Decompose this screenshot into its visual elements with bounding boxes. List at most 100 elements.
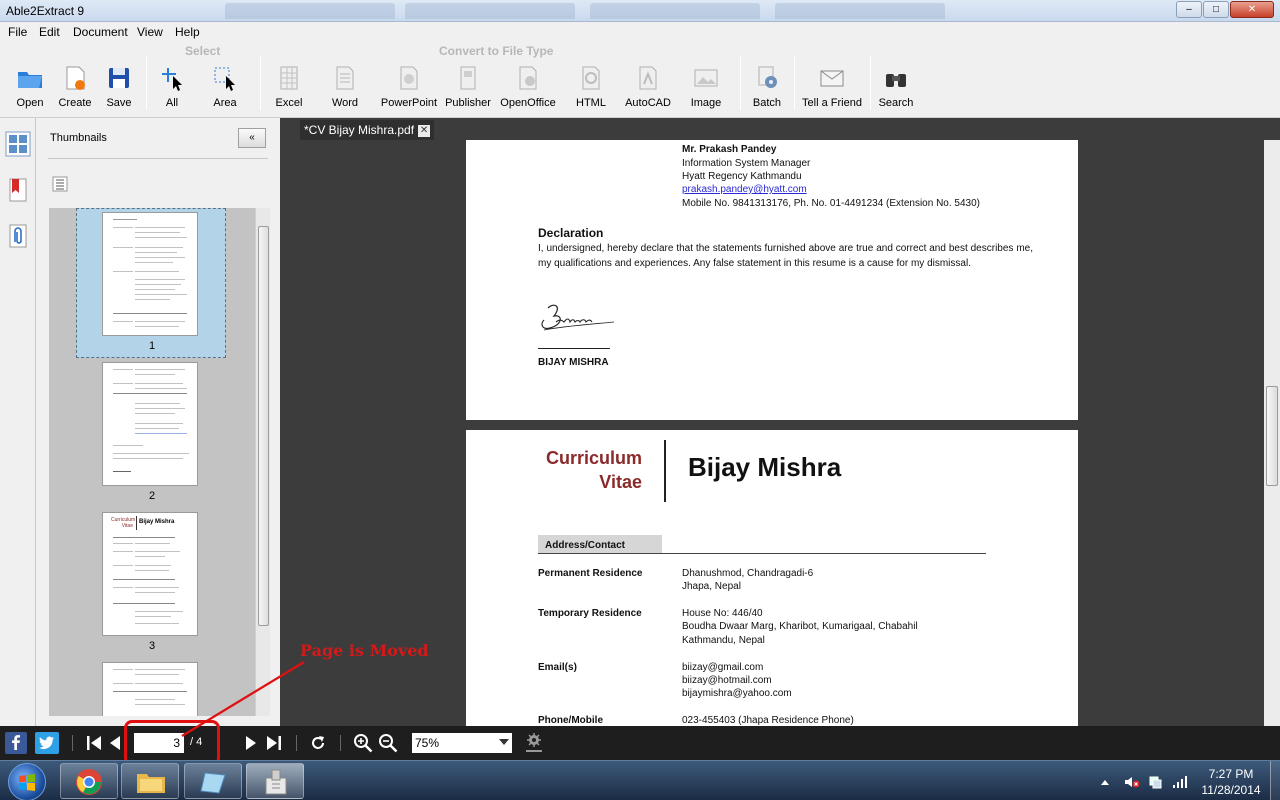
maximize-button[interactable]: □ bbox=[1203, 1, 1229, 18]
clock-time: 7:27 PM bbox=[1208, 767, 1254, 781]
publisher-icon bbox=[460, 66, 476, 90]
reference-organization: Hyatt Regency Kathmandu bbox=[682, 171, 802, 182]
document-viewer: *CV Bijay Mishra.pdf ✕ Mr. Prakash Pandey… bbox=[280, 118, 1280, 726]
select-area-button[interactable]: Area bbox=[204, 64, 246, 114]
publisher-button[interactable]: Publisher bbox=[442, 64, 494, 114]
thumbnail-page-2[interactable] bbox=[102, 362, 198, 486]
taskbar-explorer[interactable] bbox=[121, 763, 179, 799]
title-bar: Able2Extract 9 – □ ✕ bbox=[0, 0, 1280, 22]
html-button[interactable]: HTML bbox=[572, 64, 610, 114]
facebook-icon[interactable] bbox=[5, 732, 27, 754]
search-button[interactable]: Search bbox=[876, 64, 916, 114]
section-underline bbox=[538, 553, 986, 554]
background-browser-tab bbox=[775, 3, 945, 19]
network-icon[interactable] bbox=[1148, 775, 1162, 789]
zoom-select[interactable]: 75% bbox=[412, 733, 512, 753]
temporary-residence-label: Temporary Residence bbox=[538, 608, 642, 619]
thumbnail-name: Bijay Mishra bbox=[139, 519, 175, 525]
section-address-contact: Address/Contact bbox=[545, 540, 626, 551]
toolbar-separator bbox=[794, 56, 795, 110]
tell-a-friend-button[interactable]: Tell a Friend bbox=[802, 64, 862, 114]
reference-email-link[interactable]: prakash.pandey@hyatt.com bbox=[682, 183, 807, 196]
menu-view[interactable]: View bbox=[137, 25, 163, 39]
list-view-icon[interactable] bbox=[52, 176, 68, 192]
menu-bar: File Edit Document View Help bbox=[0, 22, 1280, 42]
menu-file[interactable]: File bbox=[8, 25, 27, 39]
thumbnails-panel: Thumbnails « 1 2 Curriculum Vitae Bijay … bbox=[36, 118, 280, 726]
toolbar-separator bbox=[870, 56, 871, 110]
temporary-line-1: House No: 446/40 bbox=[682, 608, 763, 619]
able2extract-icon bbox=[265, 769, 287, 795]
taskbar-able2extract[interactable] bbox=[246, 763, 304, 799]
document-scrollbar-handle[interactable] bbox=[1266, 386, 1278, 486]
autocad-button[interactable]: AutoCAD bbox=[622, 64, 674, 114]
close-window-button[interactable]: ✕ bbox=[1230, 1, 1274, 18]
new-document-icon bbox=[66, 66, 85, 90]
binoculars-icon bbox=[886, 74, 906, 87]
menu-document[interactable]: Document bbox=[73, 25, 128, 39]
document-page-1: Mr. Prakash Pandey Information System Ma… bbox=[466, 140, 1078, 420]
start-button[interactable] bbox=[8, 763, 46, 800]
thumbnail-page-1[interactable] bbox=[102, 212, 198, 336]
system-clock[interactable]: 7:27 PM 11/28/2014 bbox=[1196, 766, 1266, 798]
zoom-out-icon[interactable] bbox=[378, 733, 398, 753]
image-button[interactable]: Image bbox=[686, 64, 726, 114]
show-desktop-button[interactable] bbox=[1270, 761, 1280, 800]
openoffice-label: OpenOffice bbox=[500, 97, 556, 109]
batch-button[interactable]: Batch bbox=[748, 64, 786, 114]
taskbar-chrome[interactable] bbox=[60, 763, 118, 799]
email-1: biizay@gmail.com bbox=[682, 662, 764, 673]
thumbnail-page-3[interactable]: Curriculum Vitae Bijay Mishra bbox=[102, 512, 198, 636]
collapse-panel-button[interactable]: « bbox=[238, 128, 266, 148]
signal-strength-icon[interactable] bbox=[1172, 775, 1188, 789]
previous-page-icon[interactable] bbox=[108, 734, 122, 752]
thumbnails-panel-icon[interactable] bbox=[4, 130, 32, 158]
attachment-icon[interactable] bbox=[4, 222, 32, 250]
excel-button[interactable]: Excel bbox=[270, 64, 308, 114]
image-icon bbox=[694, 69, 718, 87]
open-button[interactable]: Open bbox=[8, 64, 52, 114]
save-label: Save bbox=[106, 97, 132, 109]
twitter-icon[interactable] bbox=[35, 732, 59, 754]
all-label: All bbox=[165, 97, 179, 109]
select-all-button[interactable]: All bbox=[154, 64, 190, 114]
close-tab-icon[interactable]: ✕ bbox=[418, 124, 431, 137]
word-button[interactable]: Word bbox=[326, 64, 364, 114]
create-button[interactable]: Create bbox=[54, 64, 96, 114]
document-tab-title: *CV Bijay Mishra.pdf bbox=[304, 123, 415, 137]
document-scrollbar[interactable] bbox=[1264, 140, 1280, 726]
reference-title: Information System Manager bbox=[682, 158, 811, 169]
thumbnail-scrollbar[interactable] bbox=[255, 208, 270, 716]
create-label: Create bbox=[58, 97, 92, 109]
batch-label: Batch bbox=[752, 97, 782, 109]
thumbnail-list: 1 2 Curriculum Vitae Bijay Mishra 3 bbox=[49, 208, 255, 716]
declaration-text: I, undersigned, hereby declare that the … bbox=[538, 243, 1033, 269]
background-browser-tab bbox=[225, 3, 395, 19]
openoffice-button[interactable]: OpenOffice bbox=[498, 64, 558, 114]
chrome-icon bbox=[76, 769, 102, 795]
envelope-icon bbox=[820, 70, 844, 87]
area-label: Area bbox=[213, 97, 237, 109]
settings-icon[interactable] bbox=[524, 731, 544, 753]
window-title: Able2Extract 9 bbox=[6, 4, 85, 18]
signature-image bbox=[541, 304, 615, 331]
bookmark-icon[interactable] bbox=[4, 176, 32, 204]
powerpoint-button[interactable]: PowerPoint bbox=[378, 64, 440, 114]
menu-help[interactable]: Help bbox=[175, 25, 200, 39]
annotation-arrow bbox=[181, 661, 305, 737]
signature-line bbox=[538, 348, 610, 349]
zoom-in-icon[interactable] bbox=[353, 733, 373, 753]
thumbnail-scrollbar-handle[interactable] bbox=[258, 226, 269, 626]
save-button[interactable]: Save bbox=[100, 64, 138, 114]
taskbar-app[interactable] bbox=[184, 763, 242, 799]
chevron-down-icon bbox=[499, 739, 509, 745]
publisher-label: Publisher bbox=[445, 97, 491, 109]
menu-edit[interactable]: Edit bbox=[39, 25, 60, 39]
toolbar-separator bbox=[740, 56, 741, 110]
email-2: biizay@hotmail.com bbox=[682, 675, 772, 686]
document-tab[interactable]: *CV Bijay Mishra.pdf ✕ bbox=[300, 120, 435, 140]
volume-muted-icon[interactable] bbox=[1124, 775, 1140, 789]
first-page-icon[interactable] bbox=[86, 734, 102, 752]
show-hidden-icons-icon[interactable] bbox=[1100, 775, 1110, 789]
minimize-button[interactable]: – bbox=[1176, 1, 1202, 18]
